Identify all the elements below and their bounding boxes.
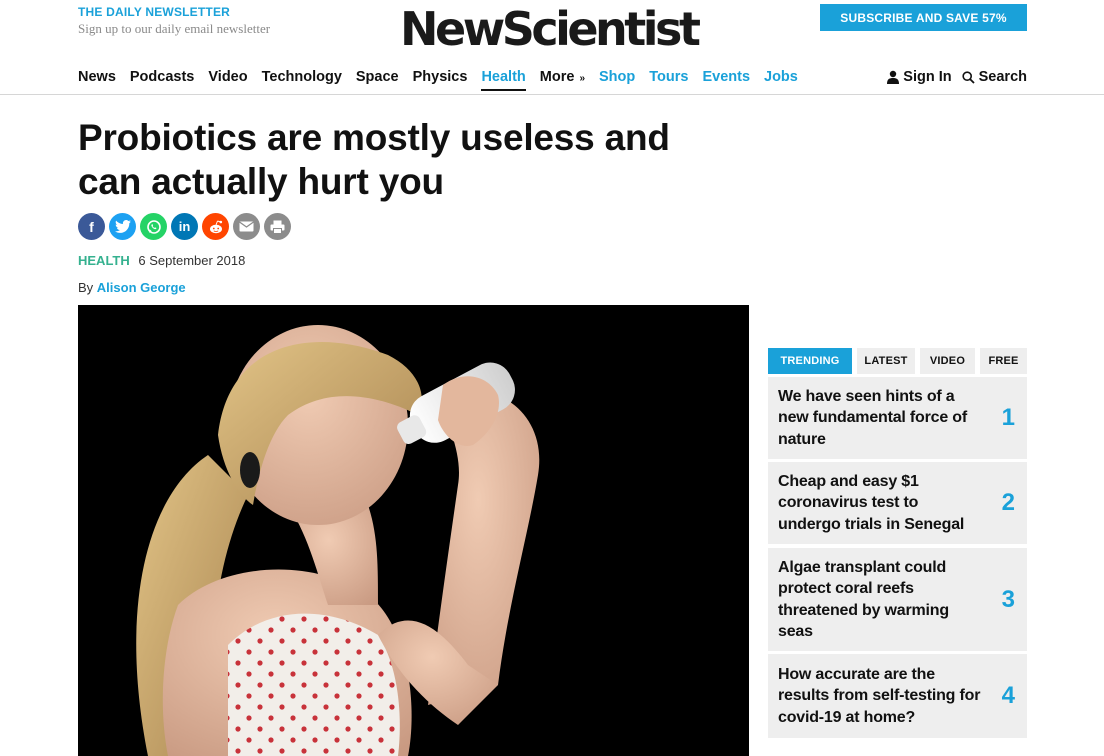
linkedin-icon[interactable]: in: [171, 213, 198, 240]
nav-item-podcasts[interactable]: Podcasts: [130, 69, 194, 85]
facebook-icon[interactable]: f: [78, 213, 105, 240]
nav-item-health[interactable]: Health: [481, 69, 527, 91]
search-label: Search: [978, 69, 1027, 85]
nav-more-label: More: [539, 69, 575, 85]
trending-item-4[interactable]: How accurate are the results from self-t…: [768, 654, 1027, 738]
whatsapp-icon[interactable]: [140, 213, 167, 240]
nav-item-news[interactable]: News: [78, 69, 116, 85]
tab-latest[interactable]: LATEST: [857, 348, 915, 374]
article-meta: HEALTH 6 September 2018: [78, 253, 245, 268]
trending-title: We have seen hints of a new fundamental …: [778, 387, 967, 448]
author-link[interactable]: Alison George: [97, 280, 186, 295]
sign-in-link[interactable]: Sign In: [887, 69, 952, 85]
newsletter-subtitle: Sign up to our daily email newsletter: [78, 21, 271, 36]
tab-video[interactable]: VIDEO: [920, 348, 975, 374]
twitter-icon[interactable]: [109, 213, 136, 240]
subscribe-button[interactable]: SUBSCRIBE AND SAVE 57%: [820, 4, 1027, 31]
nav-item-shop[interactable]: Shop: [599, 69, 635, 85]
header-divider: [0, 94, 1104, 95]
sign-in-label: Sign In: [903, 69, 952, 85]
section-link[interactable]: HEALTH: [78, 253, 130, 268]
tab-free[interactable]: FREE: [980, 348, 1027, 374]
nav-item-video[interactable]: Video: [208, 69, 247, 85]
trending-item-3[interactable]: Algae transplant could protect coral ree…: [768, 548, 1027, 651]
nav-item-technology[interactable]: Technology: [262, 69, 342, 85]
email-icon[interactable]: [233, 213, 260, 240]
nav-item-more[interactable]: More »: [540, 69, 585, 85]
trending-rank: 3: [1001, 585, 1015, 613]
nav-item-tours[interactable]: Tours: [649, 69, 688, 85]
reddit-icon[interactable]: [202, 213, 229, 240]
user-icon: [887, 70, 900, 84]
trending-title: How accurate are the results from self-t…: [778, 665, 981, 726]
nav-item-events[interactable]: Events: [702, 69, 750, 85]
nav-item-jobs[interactable]: Jobs: [764, 69, 798, 85]
trending-rank: 2: [1001, 489, 1015, 516]
trending-title: Algae transplant could protect coral ree…: [778, 558, 949, 641]
chevron-down-icon: »: [579, 73, 585, 84]
share-bar: f in: [78, 213, 291, 240]
article-headline: Probiotics are mostly useless and can ac…: [78, 117, 670, 202]
byline: By Alison George: [78, 280, 186, 295]
article-date: 6 September 2018: [138, 253, 246, 268]
newsletter-promo[interactable]: THE DAILY NEWSLETTER Sign up to our dail…: [78, 5, 270, 37]
nav-item-space[interactable]: Space: [356, 69, 399, 85]
search-link[interactable]: Search: [962, 69, 1027, 85]
nav-utilities: Sign In Search: [887, 66, 1027, 88]
trending-title: Cheap and easy $1 coronavirus test to un…: [778, 472, 965, 533]
print-icon[interactable]: [264, 213, 291, 240]
trending-rank: 4: [1001, 682, 1015, 709]
main-nav: News Podcasts Video Technology Space Phy…: [78, 66, 812, 91]
trending-item-2[interactable]: Cheap and easy $1 coronavirus test to un…: [768, 462, 1027, 544]
tab-trending[interactable]: TRENDING: [768, 348, 852, 374]
trending-rank: 1: [1001, 404, 1015, 431]
nav-item-physics[interactable]: Physics: [413, 69, 468, 85]
sidebar-tabs: TRENDING LATEST VIDEO FREE: [768, 348, 1027, 374]
newsletter-title: THE DAILY NEWSLETTER: [78, 5, 231, 19]
search-icon: [962, 70, 975, 84]
byline-prefix: By: [78, 280, 94, 295]
trending-item-1[interactable]: We have seen hints of a new fundamental …: [768, 377, 1027, 459]
site-logo[interactable]: NewScientist: [400, 0, 701, 58]
article-hero-image: [78, 305, 749, 756]
